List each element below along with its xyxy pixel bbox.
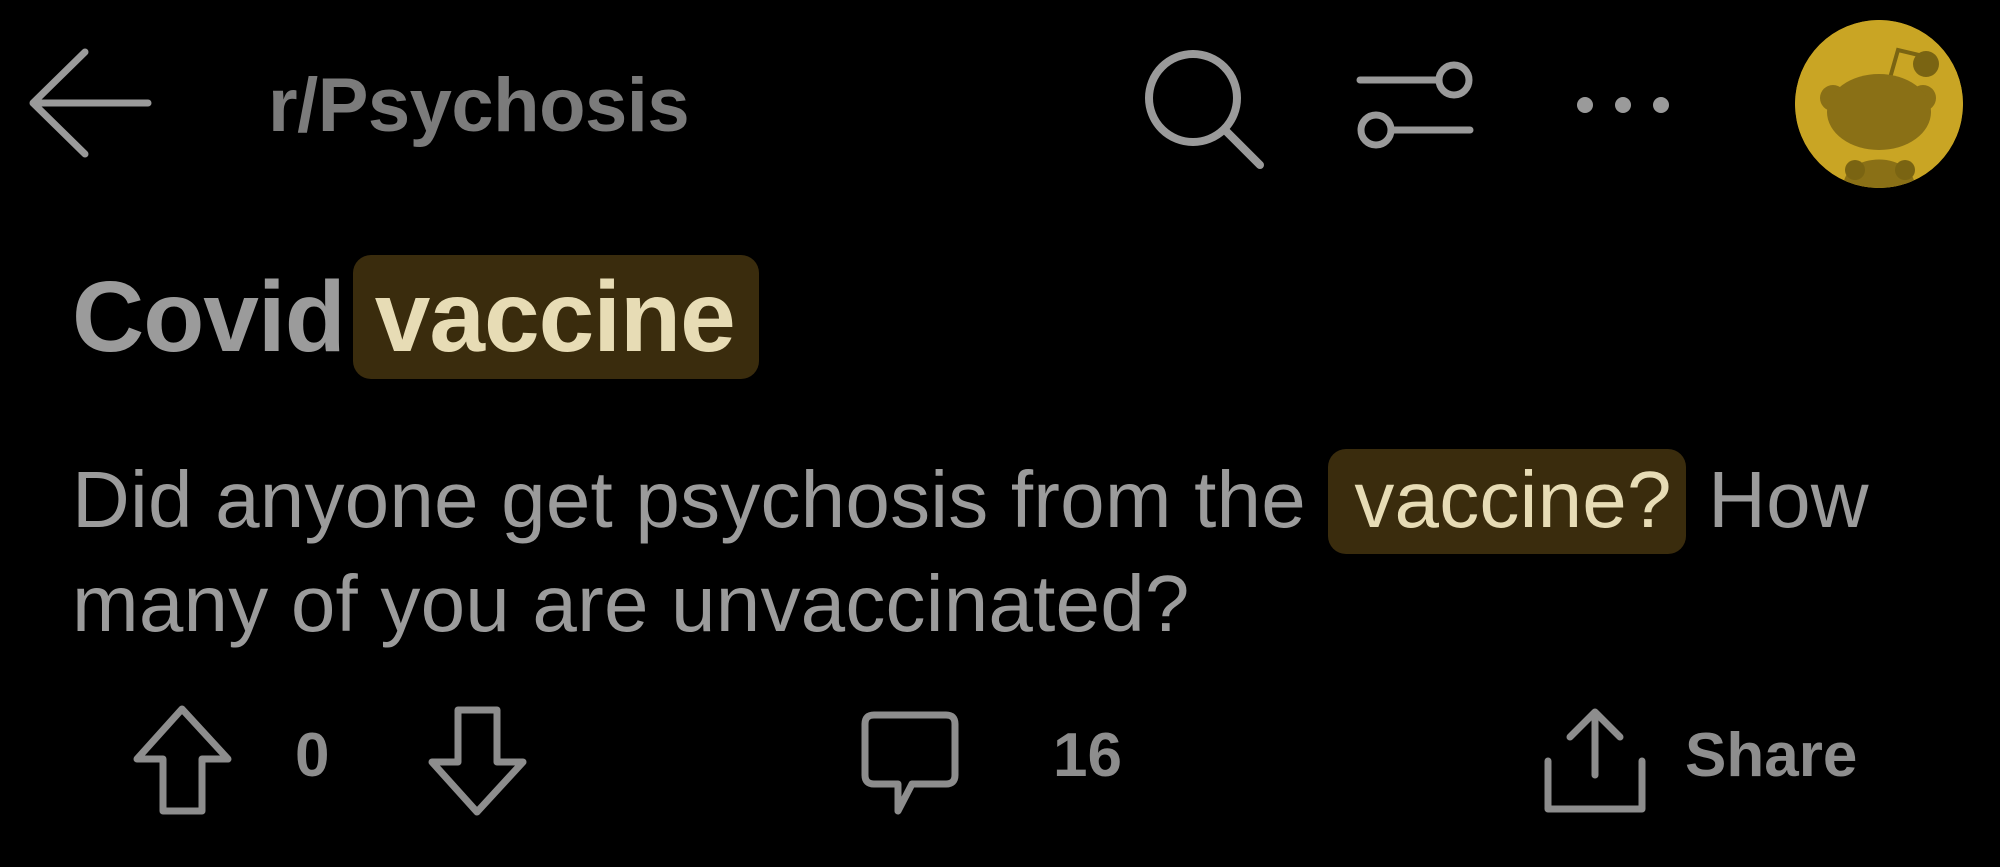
comment-count: 16 — [1053, 721, 1122, 790]
share-button[interactable] — [1530, 700, 1660, 820]
user-avatar[interactable] — [1795, 20, 1963, 188]
back-button[interactable] — [20, 40, 155, 165]
subreddit-name[interactable]: r/Psychosis — [268, 62, 690, 149]
share-label[interactable]: Share — [1685, 720, 1857, 791]
downvote-button[interactable] — [420, 700, 535, 820]
post-title[interactable]: Covid vaccine — [72, 255, 759, 379]
search-icon — [1144, 49, 1264, 169]
more-options-button[interactable] — [1565, 60, 1680, 150]
snoo-avatar-icon — [1795, 20, 1963, 188]
post-action-bar: 0 16 Share — [0, 690, 2000, 830]
post-body[interactable]: Did anyone get psychosis from the vaccin… — [72, 448, 1972, 656]
search-highlight: vaccine — [352, 255, 759, 379]
upvote-arrow-icon — [133, 705, 232, 814]
top-bar: r/Psychosis — [0, 0, 2000, 205]
arrow-left-icon — [29, 48, 151, 157]
post-body-text: Did anyone get psychosis from the — [72, 455, 1306, 544]
comment-bubble-icon — [861, 711, 959, 815]
sort-filter-icon — [1356, 61, 1474, 149]
sort-filter-button[interactable] — [1345, 50, 1485, 160]
search-highlight: vaccine? — [1328, 449, 1686, 554]
vote-score: 0 — [295, 721, 330, 790]
post-title-text: Covid — [72, 260, 346, 373]
search-button[interactable] — [1135, 40, 1270, 175]
more-horizontal-icon — [1576, 97, 1669, 113]
comments-button[interactable] — [855, 704, 965, 824]
upvote-button[interactable] — [125, 700, 240, 820]
share-icon — [1544, 708, 1646, 812]
downvote-arrow-icon — [428, 706, 527, 815]
